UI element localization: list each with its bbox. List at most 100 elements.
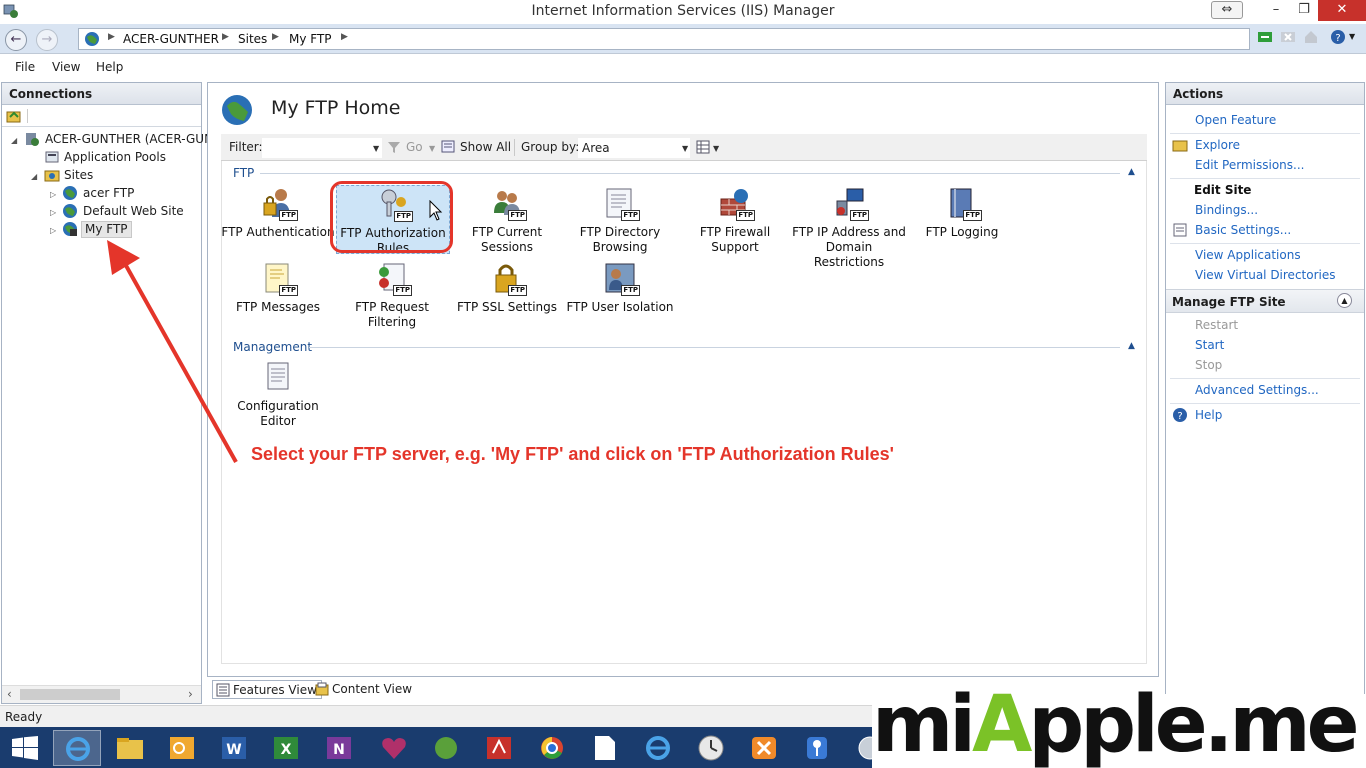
connections-panel: Connections ◢ ACER-GUNTHER (ACER-GUN App…: [1, 82, 213, 704]
taskbar-app-heart[interactable]: [370, 730, 418, 766]
maximize-button[interactable]: ❐: [1290, 0, 1318, 21]
minimize-button[interactable]: –: [1262, 0, 1290, 21]
horizontal-scrollbar[interactable]: ‹ ›: [2, 685, 201, 703]
home-icon[interactable]: [1303, 29, 1319, 45]
breadcrumb-my-ftp[interactable]: My FTP: [289, 32, 332, 46]
tree-item-my-ftp[interactable]: My FTP: [81, 221, 132, 238]
feature-ftp-request-filtering[interactable]: FTP FTP Request Filtering: [335, 262, 449, 330]
forward-button[interactable]: →: [36, 29, 58, 51]
ftp-badge: FTP: [621, 210, 640, 221]
action-open-feature[interactable]: Open Feature: [1195, 113, 1276, 127]
menu-view[interactable]: View: [52, 60, 80, 74]
action-edit-permissions[interactable]: Edit Permissions...: [1195, 158, 1304, 172]
windows-start-icon[interactable]: [12, 736, 38, 760]
group-by-select[interactable]: Area ▼: [578, 138, 690, 158]
padlock-icon: FTP: [491, 262, 527, 296]
acrobat-icon: [487, 737, 511, 759]
taskbar-acrobat[interactable]: [475, 730, 523, 766]
action-bindings[interactable]: Bindings...: [1195, 203, 1258, 217]
help-dropdown-icon[interactable]: ▼: [1349, 32, 1355, 41]
filter-dropdown-icon[interactable]: ▼: [373, 144, 379, 153]
view-mode-icon[interactable]: [696, 140, 710, 154]
connect-icon[interactable]: [6, 108, 22, 124]
scrollbar-thumb[interactable]: [20, 689, 120, 700]
group-ftp[interactable]: FTP: [233, 166, 254, 180]
filter-input[interactable]: [262, 138, 382, 158]
taskbar-onenote[interactable]: N: [315, 730, 363, 766]
page-title: My FTP Home: [271, 97, 401, 119]
menu-file[interactable]: File: [15, 60, 35, 74]
feature-ftp-authentication[interactable]: FTP FTP Authentication: [221, 187, 335, 240]
tree-item-sites[interactable]: Sites: [64, 168, 93, 182]
taskbar-outlook[interactable]: [158, 730, 206, 766]
resize-toggle-button[interactable]: ⇔: [1211, 1, 1243, 19]
tree-item-default-web-site[interactable]: Default Web Site: [83, 204, 184, 218]
ftp-badge: FTP: [621, 285, 640, 296]
manage-ftp-site-section[interactable]: Manage FTP Site ▲: [1166, 289, 1364, 313]
breadcrumb-sites[interactable]: Sites: [238, 32, 267, 46]
taskbar-clock-app[interactable]: [687, 730, 735, 766]
feature-label: FTP Request Filtering: [355, 300, 429, 329]
feature-ftp-ssl-settings[interactable]: FTP FTP SSL Settings: [450, 262, 564, 315]
scroll-left-icon[interactable]: ‹: [7, 687, 12, 701]
breadcrumb[interactable]: ▶ ACER-GUNTHER ▶ Sites ▶ My FTP ▶: [78, 28, 1250, 50]
view-mode-dropdown-icon[interactable]: ▼: [713, 144, 719, 153]
action-view-applications[interactable]: View Applications: [1195, 248, 1301, 262]
feature-ftp-ip-address-and-domain-restrictions[interactable]: FTP FTP IP Address and Domain Restrictio…: [792, 187, 906, 270]
expand-arrow-icon[interactable]: ◢: [31, 172, 37, 181]
collapsed-arrow-icon[interactable]: ▷: [50, 208, 56, 217]
network-computer-icon: FTP: [833, 187, 869, 221]
collapse-section-icon[interactable]: ▲: [1337, 293, 1352, 308]
taskbar-internet-explorer[interactable]: [634, 730, 682, 766]
show-all-button[interactable]: Show All: [460, 140, 511, 154]
collapsed-arrow-icon[interactable]: ▷: [50, 190, 56, 199]
go-button[interactable]: Go: [406, 140, 423, 154]
refresh-icon[interactable]: [1257, 29, 1273, 45]
action-advanced-settings[interactable]: Advanced Settings...: [1195, 383, 1319, 397]
action-basic-settings[interactable]: Basic Settings...: [1195, 223, 1291, 237]
action-explore[interactable]: Explore: [1195, 138, 1240, 152]
feature-ftp-logging[interactable]: FTP FTP Logging: [905, 187, 1019, 240]
go-dropdown-icon[interactable]: ▼: [429, 144, 435, 153]
action-start[interactable]: Start: [1195, 338, 1224, 352]
clock-icon: [698, 735, 724, 761]
collapse-ftp-icon[interactable]: ▲: [1128, 167, 1135, 177]
tree-item-application-pools[interactable]: Application Pools: [64, 150, 166, 164]
menu-help[interactable]: Help: [96, 60, 123, 74]
taskbar-xampp[interactable]: [740, 730, 788, 766]
feature-ftp-messages[interactable]: FTP FTP Messages: [221, 262, 335, 315]
ftp-badge: FTP: [850, 210, 869, 221]
collapse-management-icon[interactable]: ▲: [1128, 341, 1135, 351]
stop-icon[interactable]: [1280, 29, 1296, 45]
feature-ftp-current-sessions[interactable]: FTP FTP Current Sessions: [450, 187, 564, 255]
action-help[interactable]: Help: [1195, 408, 1222, 422]
feature-ftp-user-isolation[interactable]: FTP FTP User Isolation: [563, 262, 677, 315]
taskbar-keychain[interactable]: [793, 730, 841, 766]
feature-ftp-directory-browsing[interactable]: FTP FTP Directory Browsing: [563, 187, 677, 255]
taskbar-file-explorer[interactable]: [106, 730, 154, 766]
tree-item-acer-ftp[interactable]: acer FTP: [83, 186, 134, 200]
taskbar-iis-manager[interactable]: [53, 730, 101, 766]
taskbar-evernote[interactable]: [422, 730, 470, 766]
taskbar-word[interactable]: W: [210, 730, 258, 766]
group-management[interactable]: Management: [233, 340, 312, 354]
taskbar-chrome[interactable]: [528, 730, 576, 766]
taskbar-document[interactable]: [581, 730, 629, 766]
close-button[interactable]: ✕: [1318, 0, 1366, 21]
taskbar-excel[interactable]: X: [262, 730, 310, 766]
feature-configuration-editor[interactable]: Configuration Editor: [221, 361, 335, 429]
help-icon[interactable]: ?: [1330, 29, 1346, 45]
feature-ftp-firewall-support[interactable]: FTP FTP Firewall Support: [678, 187, 792, 255]
action-view-virtual-directories[interactable]: View Virtual Directories: [1195, 268, 1336, 282]
internet-explorer-icon: [646, 736, 670, 760]
collapsed-arrow-icon[interactable]: ▷: [50, 226, 56, 235]
scroll-right-icon[interactable]: ›: [188, 687, 193, 701]
tab-content-view[interactable]: Content View: [312, 680, 416, 699]
filter-divider: [514, 139, 515, 156]
tab-features-view[interactable]: Features View: [212, 680, 322, 699]
action-restart: Restart: [1195, 318, 1239, 332]
expand-arrow-icon[interactable]: ◢: [11, 136, 17, 145]
tree-item-server[interactable]: ACER-GUNTHER (ACER-GUN: [45, 132, 213, 146]
breadcrumb-server[interactable]: ACER-GUNTHER: [123, 32, 219, 46]
back-button[interactable]: ←: [5, 29, 27, 51]
